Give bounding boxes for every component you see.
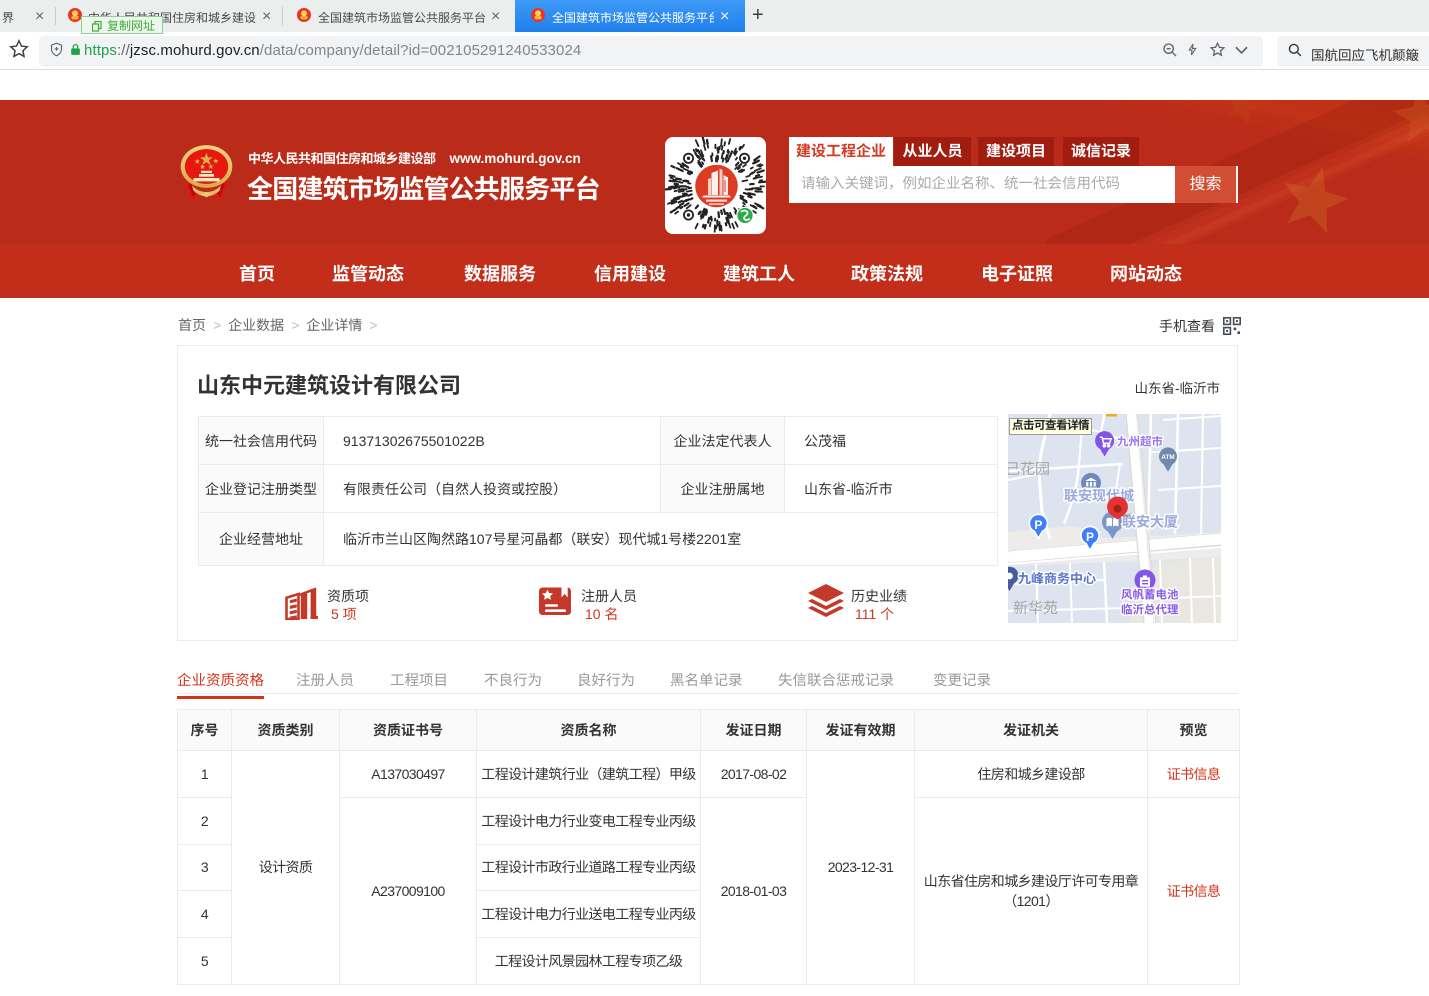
svg-text:临沂总代理: 临沂总代理 (1121, 604, 1179, 617)
svg-text:风帆蓄电池: 风帆蓄电池 (1121, 589, 1179, 602)
svg-text:己花园: 己花园 (1008, 461, 1050, 478)
svg-text:联安大厦: 联安大厦 (1122, 514, 1178, 530)
svg-text:ATM: ATM (1161, 454, 1174, 461)
svg-text:P: P (1086, 530, 1094, 544)
svg-text:九州超市: 九州超市 (1117, 436, 1163, 449)
svg-text:九峰商务中心: 九峰商务中心 (1018, 571, 1096, 586)
svg-text:P: P (1034, 518, 1042, 532)
svg-text:新华苑: 新华苑 (1013, 600, 1058, 617)
